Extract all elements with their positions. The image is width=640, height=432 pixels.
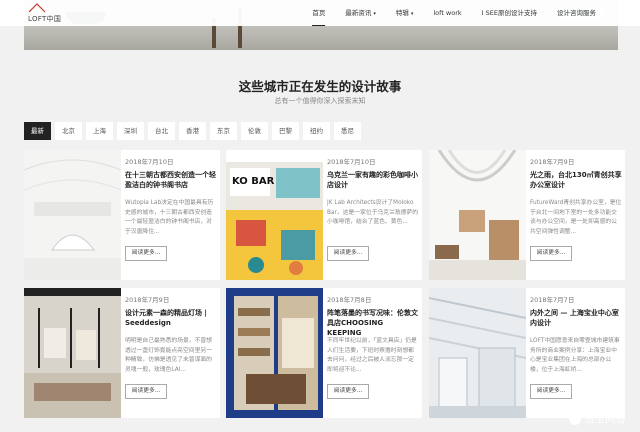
read-more-button[interactable]: 阅读更多...	[530, 384, 572, 399]
chevron-down-icon: ▾	[373, 11, 376, 17]
article-title[interactable]: 光之雨，台北130㎡青创共享办公室设计	[530, 170, 622, 190]
nav-item-label: 设计咨询服务	[557, 9, 596, 17]
tab-city-0[interactable]: 最新	[24, 122, 51, 140]
top-navigation-bar: LOFT中国 首页 最新资讯 ▾ 特辑 ▾ loft work I SEE原创设计支持 设计咨…	[0, 0, 640, 26]
article-thumbnail[interactable]	[429, 150, 526, 280]
article-date: 2018年7月10日	[125, 158, 174, 166]
article-excerpt: LOFT中国愿意来自零壹城市建筑事务所的商业案例分享：上海宝业中心是宝业集团在上…	[530, 338, 620, 373]
tab-city-4[interactable]: 台北	[148, 122, 175, 140]
read-more-button[interactable]: 阅读更多...	[327, 384, 369, 399]
nav-item-label: 最新资讯	[345, 9, 372, 17]
nav-item-2[interactable]: 特辑 ▾	[386, 8, 424, 19]
nav-item-label: I SEE原创设计支持	[481, 9, 537, 17]
svg-text:KO BAR: KO BAR	[232, 176, 275, 187]
main-nav: 首页 最新资讯 ▾ 特辑 ▾ loft work I SEE原创设计支持 设计咨询服务	[302, 8, 606, 26]
article-thumbnail[interactable]	[226, 288, 323, 418]
article-card[interactable]: 2018年7月8日阵笔落墨的书写况味：伦敦文具店CHOOSING KEEPING…	[226, 288, 422, 418]
article-card[interactable]: 2018年7月9日光之雨，台北130㎡青创共享办公室设计 FutureWard青创…	[429, 150, 625, 280]
article-body: 2018年7月9日设计元素一森的精品灯场 | Seeddesign 明明是自己最熟…	[125, 288, 217, 418]
watermark: 悟空问答	[569, 411, 626, 426]
article-date: 2018年7月9日	[530, 158, 575, 166]
section-title: 这些城市正在发生的设计故事	[238, 79, 402, 94]
site-logo[interactable]: LOFT中国	[28, 3, 88, 23]
article-title[interactable]: 内外之间 — 上海宝业中心室内设计	[530, 308, 622, 328]
city-tabs: 最新 北京 上海 深圳 台北 香港 东京 伦敦 巴黎 纽约 悉尼	[24, 122, 361, 140]
article-card[interactable]: 2018年7月10日在十三朝古都西安创造一个轻盈洁白的钟书阁书店 Wutopia …	[24, 150, 220, 280]
read-more-button[interactable]: 阅读更多...	[125, 246, 167, 261]
article-title[interactable]: 阵笔落墨的书写况味：伦敦文具店CHOOSING KEEPING	[327, 308, 419, 338]
article-body: 2018年7月10日乌克兰一家有趣的彩色咖啡小店设计 JK Lab Archite…	[327, 150, 419, 280]
article-excerpt: Wutopia Lab决定在中国最具有历史感的城市，十三朝古都西安创造一个最轻盈…	[125, 200, 214, 235]
tab-city-7[interactable]: 伦敦	[241, 122, 268, 140]
section-subtitle: 总有一个值得你深入探索末知	[274, 97, 366, 105]
article-body: 2018年7月8日阵笔落墨的书写况味：伦敦文具店CHOOSING KEEPING…	[327, 288, 419, 418]
article-title[interactable]: 在十三朝古都西安创造一个轻盈洁白的钟书阁书店	[125, 170, 217, 190]
article-thumbnail[interactable]: KO BAR	[226, 150, 323, 280]
nav-item-0[interactable]: 首页	[302, 8, 335, 26]
article-excerpt: FutureWard青创共享办公室，是位于台北一间地下室的一处多功能交谈与办公空…	[530, 200, 622, 235]
article-thumbnail[interactable]	[429, 288, 526, 418]
article-excerpt: JK Lab Architects设计了Moloko Bar，这是一家位于乌克兰…	[327, 200, 419, 226]
article-title[interactable]: 乌克兰一家有趣的彩色咖啡小店设计	[327, 170, 419, 190]
logo-house-icon	[28, 3, 46, 13]
tab-city-5[interactable]: 香港	[179, 122, 206, 140]
tab-city-10[interactable]: 悉尼	[334, 122, 361, 140]
article-date: 2018年7月7日	[530, 296, 575, 304]
read-more-button[interactable]: 阅读更多...	[530, 246, 572, 261]
article-card[interactable]: 2018年7月7日内外之间 — 上海宝业中心室内设计 LOFT中国愿意来自零壹城市…	[429, 288, 625, 418]
nav-item-5[interactable]: 设计咨询服务	[547, 8, 606, 19]
nav-item-4[interactable]: I SEE原创设计支持	[472, 8, 547, 19]
read-more-button[interactable]: 阅读更多...	[327, 246, 369, 261]
nav-item-label: loft work	[433, 9, 462, 17]
watermark-text: 悟空问答	[584, 413, 626, 425]
article-title[interactable]: 设计元素一森的精品灯场 | Seeddesign	[125, 308, 217, 328]
article-thumbnail[interactable]	[24, 288, 121, 418]
nav-item-label: 特辑	[395, 9, 409, 17]
article-body: 2018年7月7日内外之间 — 上海宝业中心室内设计 LOFT中国愿意来自零壹城市…	[530, 288, 622, 418]
tab-city-6[interactable]: 东京	[210, 122, 237, 140]
nav-item-3[interactable]: loft work	[423, 8, 471, 19]
tab-city-9[interactable]: 纽约	[303, 122, 330, 140]
nav-item-label: 首页	[312, 9, 326, 17]
article-excerpt: 不同牢世纪以前，「蓝文具店」仍是人们生活要，下班时察撸时刻想都去问问，经过之后被…	[327, 338, 417, 373]
article-date: 2018年7月10日	[327, 158, 376, 166]
article-thumbnail[interactable]	[24, 150, 121, 280]
tab-city-1[interactable]: 北京	[55, 122, 82, 140]
article-date: 2018年7月8日	[327, 296, 372, 304]
tab-city-3[interactable]: 深圳	[117, 122, 144, 140]
read-more-button[interactable]: 阅读更多...	[125, 384, 167, 399]
article-date: 2018年7月9日	[125, 296, 170, 304]
article-card[interactable]: KO BAR 2018年7月10日乌克兰一家有趣的彩色咖啡小店设计 JK Lab A…	[226, 150, 422, 280]
nav-item-1[interactable]: 最新资讯 ▾	[335, 8, 386, 19]
article-body: 2018年7月9日光之雨，台北130㎡青创共享办公室设计 FutureWard青创…	[530, 150, 622, 280]
tab-city-2[interactable]: 上海	[86, 122, 113, 140]
tab-city-8[interactable]: 巴黎	[272, 122, 299, 140]
article-body: 2018年7月10日在十三朝古都西安创造一个轻盈洁白的钟书阁书店 Wutopia …	[125, 150, 217, 280]
logo-text: LOFT中国	[28, 15, 62, 23]
watermark-logo-icon	[569, 412, 581, 425]
chevron-down-icon: ▾	[410, 11, 414, 17]
article-excerpt: 明明是自己最熟悉的场景，不曾想透过一盏灯饰竟能点亮空间里另一种精致，仿佛是透见了…	[125, 338, 212, 373]
article-card[interactable]: 2018年7月9日设计元素一森的精品灯场 | Seeddesign 明明是自己最熟…	[24, 288, 220, 418]
